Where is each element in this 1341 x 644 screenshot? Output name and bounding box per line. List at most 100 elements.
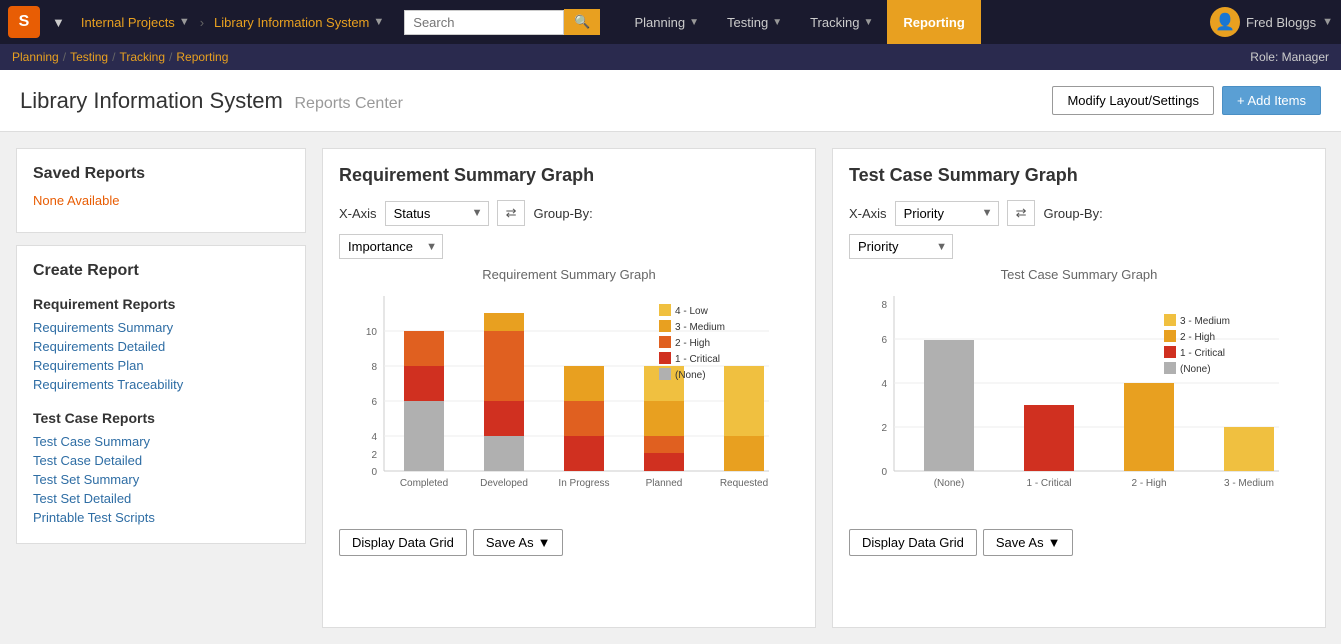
ts-scripts-link[interactable]: Printable Test Scripts [33,508,289,527]
nav-reporting[interactable]: Reporting [887,0,980,44]
svg-text:8: 8 [371,362,377,373]
create-report-card: Create Report Requirement Reports Requir… [16,245,306,544]
svg-text:(None): (None) [1180,364,1211,375]
req-xaxis-label: X-Axis [339,206,377,221]
saved-reports-card: Saved Reports None Available [16,148,306,233]
tc-chart-container: Test Case Summary Graph 0 2 4 6 8 [849,267,1309,519]
breadcrumb-planning[interactable]: Planning [12,50,59,64]
app-logo[interactable]: S [8,6,40,38]
sidebar: Saved Reports None Available Create Repo… [16,148,306,628]
svg-text:6: 6 [371,397,377,408]
modify-layout-button[interactable]: Modify Layout/Settings [1052,86,1214,115]
add-items-button[interactable]: + Add Items [1222,86,1321,115]
svg-text:8: 8 [881,300,887,311]
page-title-group: Library Information System Reports Cente… [20,88,403,114]
tc-groupby-label: Group-By: [1043,206,1102,221]
req-xaxis-select-wrapper: Status Priority Importance ▼ [385,201,489,226]
page-subtitle: Reports Center [295,95,404,112]
svg-text:2 - High: 2 - High [675,338,710,349]
logo-dropdown[interactable]: ▼ [44,15,73,30]
breadcrumb-testing[interactable]: Testing [70,50,108,64]
tc-reports-title: Test Case Reports [33,410,289,426]
tc-save-as-arrow: ▼ [1048,535,1061,550]
nav-right: 👤 Fred Bloggs ▼ [1210,7,1333,37]
breadcrumb: Planning / Testing / Tracking / Reportin… [0,44,1341,70]
tc-groupby-select-wrapper: Priority Status Importance ▼ [849,234,953,259]
svg-text:Completed: Completed [400,478,448,489]
req-traceability-link[interactable]: Requirements Traceability [33,375,289,394]
req-filter-button[interactable]: ⇄ [497,200,526,226]
tc-display-grid-button[interactable]: Display Data Grid [849,529,977,556]
planning-arrow: ▼ [689,17,699,28]
sep2: / [112,50,115,64]
tc-save-as-button[interactable]: Save As ▼ [983,529,1074,556]
ts-summary-link[interactable]: Test Set Summary [33,470,289,489]
tc-summary-link[interactable]: Test Case Summary [33,432,289,451]
svg-text:Requested: Requested [720,478,768,489]
user-menu[interactable]: 👤 Fred Bloggs ▼ [1210,7,1333,37]
tc-groupby-select[interactable]: Priority Status Importance [849,234,953,259]
header-actions: Modify Layout/Settings + Add Items [1052,86,1321,115]
search-button[interactable]: 🔍 [564,9,600,35]
svg-text:3 - Medium: 3 - Medium [1224,478,1274,489]
tc-filter-button[interactable]: ⇄ [1007,200,1036,226]
breadcrumb-reporting[interactable]: Reporting [176,50,228,64]
svg-text:(None): (None) [675,370,706,381]
project-dropdown[interactable]: Library Information System ▼ [206,15,392,30]
create-report-title: Create Report [33,262,289,280]
svg-text:Planned: Planned [646,478,683,489]
req-detailed-link[interactable]: Requirements Detailed [33,337,289,356]
tc-xaxis-select[interactable]: Priority Status Importance [895,201,999,226]
req-groupby-label: Group-By: [533,206,592,221]
req-plan-link[interactable]: Requirements Plan [33,356,289,375]
req-summary-link[interactable]: Requirements Summary [33,318,289,337]
svg-text:4 - Low: 4 - Low [675,306,709,317]
req-reports-title: Requirement Reports [33,296,289,312]
req-save-as-button[interactable]: Save As ▼ [473,529,564,556]
search-input[interactable] [404,10,564,35]
req-chart-svg: 0 2 4 6 8 10 [339,286,799,516]
req-xaxis-select[interactable]: Status Priority Importance [385,201,489,226]
svg-text:2: 2 [881,423,887,434]
user-name: Fred Bloggs [1246,15,1316,30]
tc-xaxis-select-wrapper: Priority Status Importance ▼ [895,201,999,226]
nav-planning[interactable]: Planning ▼ [620,0,713,44]
svg-text:0: 0 [881,467,887,478]
page-title: Library Information System [20,88,283,113]
tc-graph-actions: Display Data Grid Save As ▼ [849,529,1309,556]
tracking-arrow: ▼ [863,17,873,28]
tc-graph-card: Test Case Summary Graph X-Axis Priority … [832,148,1326,628]
req-second-row: Importance Priority Status ▼ [339,234,799,259]
ts-detailed-link[interactable]: Test Set Detailed [33,489,289,508]
main-content: Saved Reports None Available Create Repo… [0,132,1341,644]
nav-tracking[interactable]: Tracking ▼ [796,0,887,44]
sep1: / [63,50,66,64]
svg-text:3 - Medium: 3 - Medium [1180,316,1230,327]
req-chart-label: Requirement Summary Graph [339,267,799,282]
req-display-grid-button[interactable]: Display Data Grid [339,529,467,556]
req-graph-actions: Display Data Grid Save As ▼ [339,529,799,556]
user-dropdown-arrow: ▼ [1322,16,1333,28]
req-groupby-select[interactable]: Importance Priority Status [339,234,443,259]
tc-xaxis-label: X-Axis [849,206,887,221]
nav-testing[interactable]: Testing ▼ [713,0,796,44]
svg-text:2 - High: 2 - High [1131,478,1166,489]
tc-detailed-link[interactable]: Test Case Detailed [33,451,289,470]
svg-text:(None): (None) [934,478,965,489]
saved-reports-title: Saved Reports [33,165,289,183]
projects-dropdown[interactable]: Internal Projects ▼ [73,15,198,30]
save-as-arrow: ▼ [538,535,551,550]
svg-text:2: 2 [371,450,377,461]
req-chart-container: Requirement Summary Graph 0 2 4 6 8 [339,267,799,519]
svg-text:4: 4 [881,379,887,390]
tc-graph-title: Test Case Summary Graph [849,165,1309,186]
svg-text:2 - High: 2 - High [1180,332,1215,343]
breadcrumb-tracking[interactable]: Tracking [119,50,165,64]
breadcrumb-sep-1: › [200,15,204,30]
page-header: Library Information System Reports Cente… [0,70,1341,132]
req-groupby-select-wrapper: Importance Priority Status ▼ [339,234,443,259]
svg-text:0: 0 [371,467,377,478]
svg-text:1 - Critical: 1 - Critical [1026,478,1071,489]
svg-text:Developed: Developed [480,478,528,489]
user-avatar: 👤 [1210,7,1240,37]
